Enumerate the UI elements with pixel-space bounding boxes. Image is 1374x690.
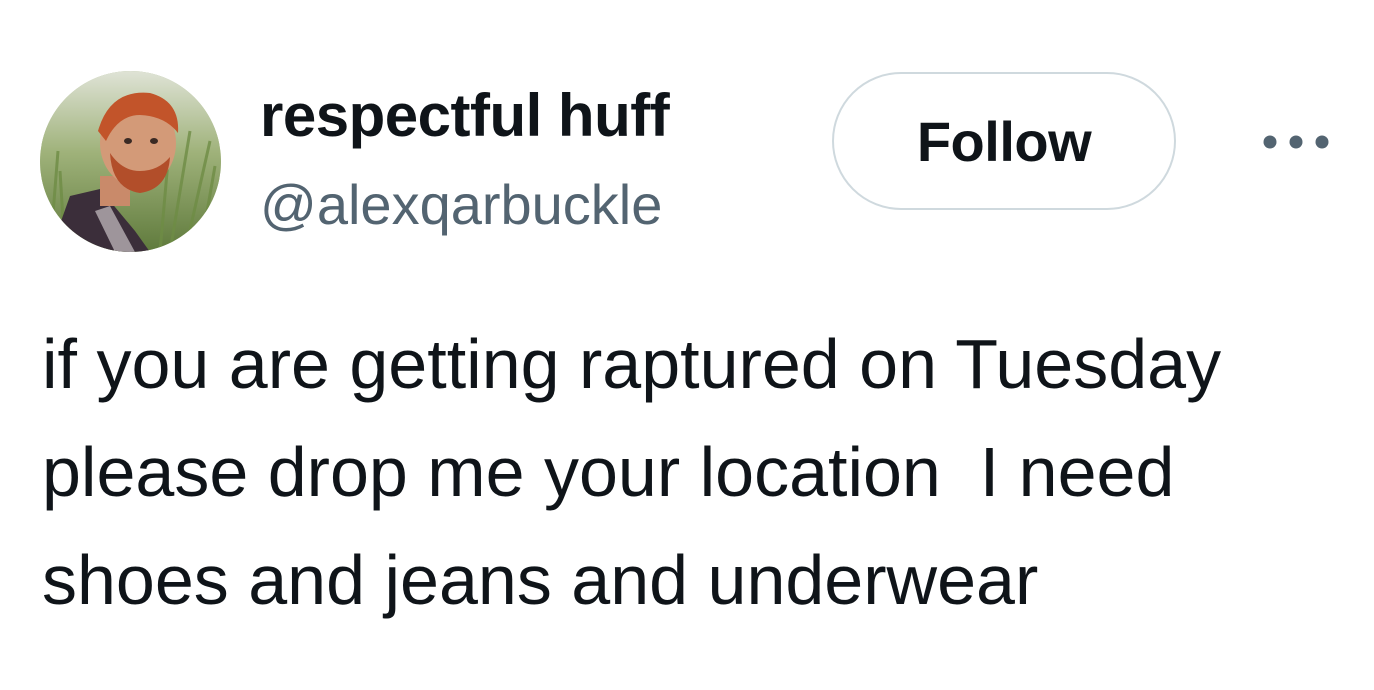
author-handle[interactable]: @alexqarbuckle [260,170,662,240]
tweet-text-line: if you are getting raptured on Tuesday [42,325,1222,403]
tweet-text: if you are getting raptured on Tuesday p… [42,310,1352,634]
more-options-button[interactable] [1254,118,1338,166]
tweet-text-line: please drop me your location I need [42,433,1175,511]
ellipsis-icon [1263,135,1329,149]
follow-button-label: Follow [916,109,1092,173]
follow-button[interactable]: Follow [832,72,1176,210]
tweet-text-line: shoes and jeans and underwear [42,541,1039,619]
tweet-card: respectful huff @alexqarbuckle Follow if… [0,0,1374,690]
avatar[interactable] [40,71,221,252]
profile-photo-icon [40,71,221,252]
author-display-name[interactable]: respectful huff [260,80,670,152]
